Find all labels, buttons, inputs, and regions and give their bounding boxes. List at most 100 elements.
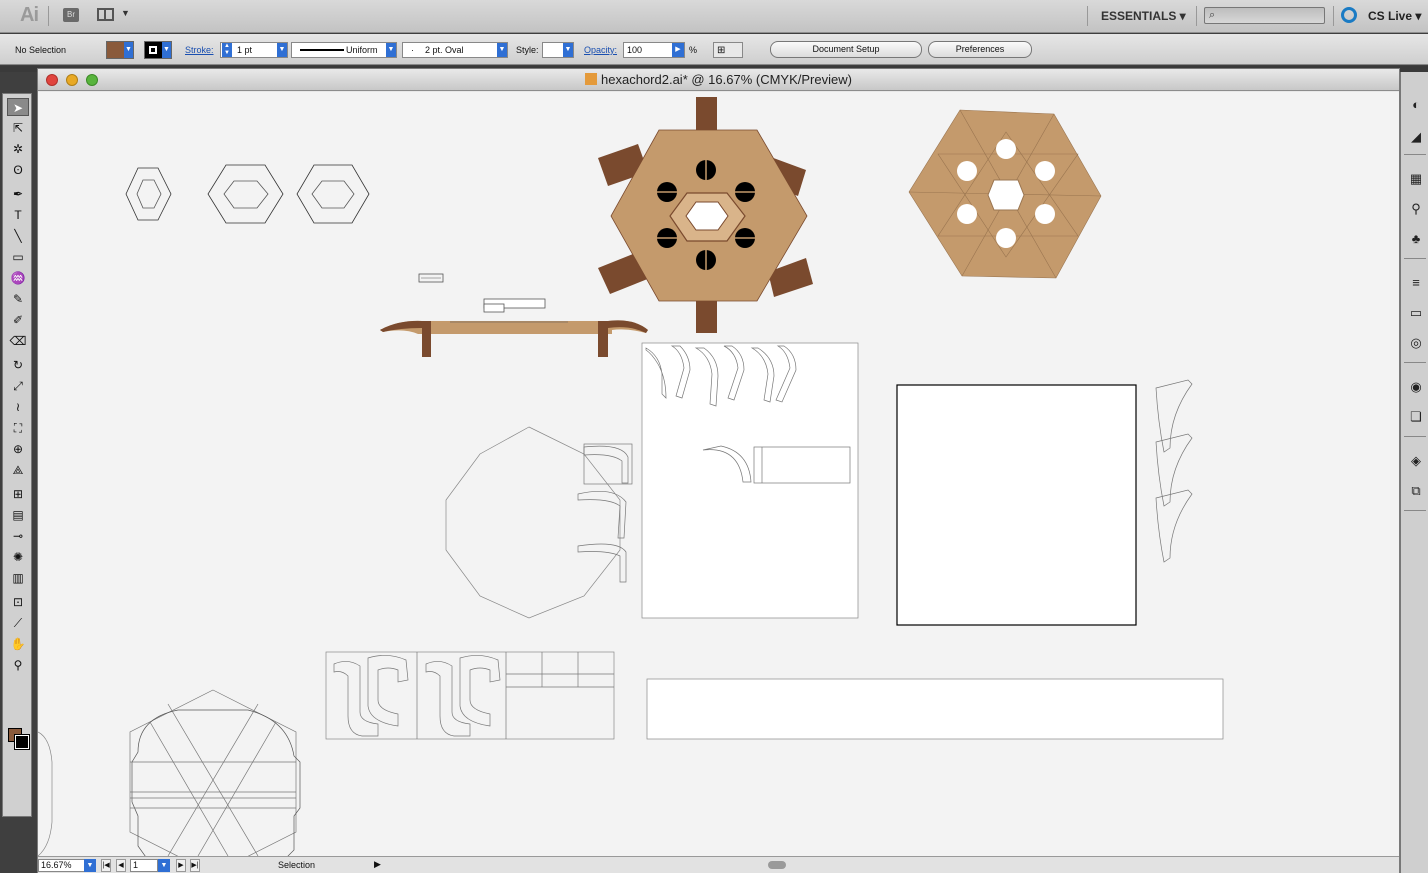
first-artboard-button[interactable]: |◀ [101, 859, 111, 872]
divider [1404, 362, 1426, 363]
blank-artboard-1 [896, 384, 1137, 626]
artboard-number-field[interactable]: 1 [130, 859, 158, 872]
rotate-icon[interactable]: ↻ [7, 356, 29, 374]
stroke-link[interactable]: Stroke: [185, 45, 214, 55]
pencil-icon[interactable]: ✎ [7, 290, 29, 308]
blob-brush-icon[interactable]: ✐ [7, 311, 29, 329]
direct-selection-icon[interactable]: ⇱ [7, 119, 29, 137]
control-panel: No Selection ▼ ▼ Stroke: ▲ ▼ 1 pt ▼ Unifo… [0, 34, 1428, 65]
application-bar: Ai Br ▼ ESSENTIALS ▾ ⌕ CS Live ▾ [0, 0, 1428, 33]
chevron-right-icon: ▶ [672, 43, 684, 57]
document-title-bar[interactable]: hexachord2.ai* @ 16.67% (CMYK/Preview) [38, 69, 1399, 91]
chevron-down-icon: ▼ [497, 43, 507, 57]
paintbrush-icon[interactable]: ♒ [7, 269, 29, 287]
type-icon[interactable]: T [7, 206, 29, 224]
perspective-icon[interactable]: ⟁ [7, 461, 29, 479]
rectangle-icon[interactable]: ▭ [7, 248, 29, 266]
transparency-icon[interactable]: ◎ [1407, 334, 1425, 352]
stroke-panel-icon[interactable]: ≡ [1407, 274, 1425, 292]
minimize-icon[interactable] [66, 74, 78, 86]
stepper-icon[interactable]: ▲ ▼ [222, 43, 232, 57]
brushes-icon[interactable]: ⚲ [1407, 200, 1425, 218]
brush-definition[interactable]: · 2 pt. Oval ▼ [402, 42, 508, 58]
panel-dock: ◐ ◢ ▦ ⚲ ♣ ≡ ▭ ◎ ◉ ❏ ◈ ⧉ [1400, 72, 1428, 873]
stroke-color-box[interactable] [14, 734, 30, 750]
workspace-switcher[interactable]: ESSENTIALS ▾ [1101, 9, 1186, 23]
slice-icon[interactable]: ⟋ [7, 614, 29, 632]
brush-dot-icon: · [411, 45, 414, 55]
free-transform-icon[interactable]: ⛶ [7, 419, 29, 437]
horizontal-scroll-thumb[interactable] [768, 861, 786, 869]
artboards-icon[interactable]: ⧉ [1407, 482, 1425, 500]
previous-artboard-button[interactable]: ◀ [116, 859, 126, 872]
align-options-button[interactable]: ⊞ [713, 42, 743, 58]
graphic-style-picker[interactable]: ▼ [542, 42, 574, 58]
search-input[interactable]: ⌕ [1204, 7, 1325, 24]
graphic-styles-icon[interactable]: ❏ [1407, 408, 1425, 426]
chevron-down-icon: ▼ [386, 43, 396, 57]
zoom-field[interactable]: 16.67% [38, 859, 86, 872]
variable-width-profile[interactable]: Uniform ▼ [291, 42, 397, 58]
status-menu-arrow[interactable]: ▶ [374, 859, 381, 870]
opacity-link[interactable]: Opacity: [584, 45, 617, 55]
hex-ring-2 [207, 164, 284, 224]
magic-wand-icon[interactable]: ✲ [7, 140, 29, 158]
warp-icon[interactable]: ≀ [7, 398, 29, 416]
document-title: hexachord2.ai* @ 16.67% (CMYK/Preview) [601, 72, 852, 87]
next-artboard-button[interactable]: ▶ [176, 859, 186, 872]
zoom-icon[interactable]: ⚲ [7, 656, 29, 674]
search-icon: ⌕ [1209, 9, 1216, 21]
parts-artboard-1 [641, 342, 859, 619]
divider [1404, 154, 1426, 155]
eyedropper-icon[interactable]: ⊸ [7, 527, 29, 545]
document-window: hexachord2.ai* @ 16.67% (CMYK/Preview) 1… [37, 68, 1400, 873]
bridge-button[interactable]: Br [63, 8, 79, 22]
symbol-sprayer-icon[interactable]: ✺ [7, 548, 29, 566]
eraser-icon[interactable]: ⌫ [7, 332, 29, 350]
last-artboard-button[interactable]: ▶| [190, 859, 200, 872]
layers-icon[interactable]: ◈ [1407, 452, 1425, 470]
chevron-down-icon: ▼ [124, 42, 133, 58]
cs-live-button[interactable]: CS Live ▾ [1368, 9, 1421, 23]
align-icon: ⊞ [717, 45, 726, 56]
mesh-icon[interactable]: ⊞ [7, 485, 29, 503]
gradient-panel-icon[interactable]: ▭ [1407, 304, 1425, 322]
appearance-icon[interactable]: ◉ [1407, 378, 1425, 396]
pen-icon[interactable]: ✒ [7, 185, 29, 203]
artboard-dropdown[interactable]: ▼ [158, 859, 170, 872]
line-icon[interactable]: ╲ [7, 227, 29, 245]
divider [1404, 436, 1426, 437]
current-tool-status[interactable]: Selection [278, 860, 315, 870]
hand-icon[interactable]: ✋ [7, 635, 29, 653]
close-icon[interactable] [46, 74, 58, 86]
gradient-icon[interactable]: ▤ [7, 506, 29, 524]
divider [1404, 258, 1426, 259]
zoom-dropdown[interactable]: ▼ [84, 859, 96, 872]
stroke-swatch[interactable]: ▼ [144, 41, 172, 59]
hex-rotor [598, 97, 813, 333]
color-guide-icon[interactable]: ◢ [1407, 128, 1425, 146]
preferences-button[interactable]: Preferences [928, 41, 1032, 58]
divider [1333, 6, 1334, 26]
swatches-icon[interactable]: ▦ [1407, 170, 1425, 188]
shape-builder-icon[interactable]: ⊕ [7, 440, 29, 458]
document-setup-button[interactable]: Document Setup [770, 41, 922, 58]
brush-label: 2 pt. Oval [425, 45, 464, 55]
lasso-icon[interactable]: ʘ [7, 161, 29, 179]
scale-icon[interactable]: ⤢ [7, 377, 29, 395]
symbols-icon[interactable]: ♣ [1407, 230, 1425, 248]
arrange-documents-button[interactable]: ▼ [97, 7, 131, 23]
chevron-down-icon: ▼ [563, 43, 573, 57]
graph-icon[interactable]: ▥ [7, 569, 29, 587]
selection-tool-icon[interactable]: ➤ [7, 98, 29, 116]
chevron-down-icon: ▼ [162, 42, 171, 58]
artboard-canvas[interactable] [38, 92, 1399, 856]
divider [1087, 6, 1088, 26]
zoom-window-icon[interactable] [86, 74, 98, 86]
stroke-weight-field[interactable]: ▲ ▼ 1 pt ▼ [220, 42, 288, 58]
color-icon[interactable]: ◐ [1407, 96, 1425, 114]
fill-swatch[interactable]: ▼ [106, 41, 134, 59]
artboard-icon[interactable]: ⊡ [7, 593, 29, 611]
opacity-field[interactable]: 100 ▶ [623, 42, 685, 58]
opacity-value: 100 [627, 45, 643, 55]
